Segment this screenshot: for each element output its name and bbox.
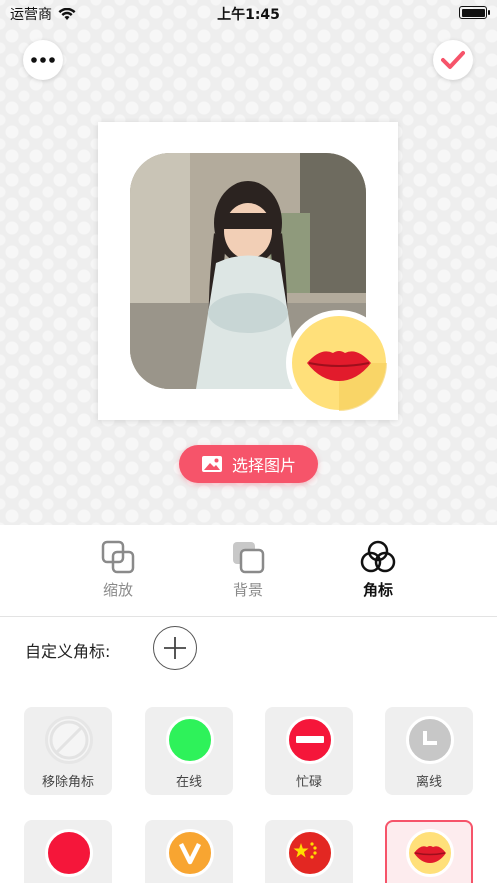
status-bar: 运营商 上午1:45 xyxy=(0,0,497,26)
tab-zoom[interactable]: 缩放 xyxy=(78,539,158,600)
badge-option-v[interactable] xyxy=(145,820,233,883)
select-image-label: 选择图片 xyxy=(231,456,296,475)
badge-tab-icon xyxy=(360,540,396,573)
badge-option-china[interactable] xyxy=(265,820,353,883)
zoom-icon xyxy=(101,540,135,574)
custom-badge-label: 自定义角标: xyxy=(25,642,111,661)
badge-option-online[interactable]: 在线 xyxy=(145,707,233,795)
v-icon xyxy=(166,829,214,877)
add-custom-badge-button[interactable] xyxy=(153,626,197,670)
battery-icon xyxy=(459,6,490,19)
badge-option-red-dot[interactable] xyxy=(24,820,112,883)
tab-background[interactable]: 背景 xyxy=(208,539,288,600)
badge-option-remove[interactable]: 移除角标 xyxy=(24,707,112,795)
avatar-preview-frame xyxy=(98,122,398,420)
lips-icon xyxy=(406,829,454,877)
tab-badge-label: 角标 xyxy=(362,581,393,599)
lips-icon xyxy=(292,316,387,411)
tab-bar: 缩放 背景 角标 xyxy=(0,525,497,617)
badge-option-busy[interactable]: 忙碌 xyxy=(265,707,353,795)
image-icon xyxy=(201,456,222,472)
tab-badge[interactable]: 角标 xyxy=(338,539,418,600)
checkmark-icon xyxy=(441,51,465,69)
red-dot-icon xyxy=(45,829,93,877)
china-flag-icon xyxy=(286,829,334,877)
more-dots-icon xyxy=(31,57,55,63)
green-dot-icon xyxy=(166,716,214,764)
plus-icon xyxy=(164,637,186,659)
badge-option-lips[interactable] xyxy=(385,820,473,883)
no-badge-icon xyxy=(45,716,93,764)
more-button[interactable] xyxy=(23,40,63,80)
badge-option-label: 在线 xyxy=(175,775,202,790)
background-icon xyxy=(233,542,265,574)
badge-option-label: 离线 xyxy=(415,775,442,790)
badge-option-label: 移除角标 xyxy=(41,775,94,790)
select-image-button[interactable]: 选择图片 xyxy=(179,445,318,483)
custom-badge-row: 自定义角标: xyxy=(25,626,475,670)
tab-background-label: 背景 xyxy=(232,581,263,599)
badge-option-label: 忙碌 xyxy=(295,775,322,790)
badge-option-offline[interactable]: 离线 xyxy=(385,707,473,795)
preview-badge xyxy=(286,310,392,416)
tab-zoom-label: 缩放 xyxy=(102,581,133,599)
busy-icon xyxy=(286,716,334,764)
clock-icon xyxy=(406,716,454,764)
confirm-button[interactable] xyxy=(433,40,473,80)
clock: 上午1:45 xyxy=(217,7,280,23)
